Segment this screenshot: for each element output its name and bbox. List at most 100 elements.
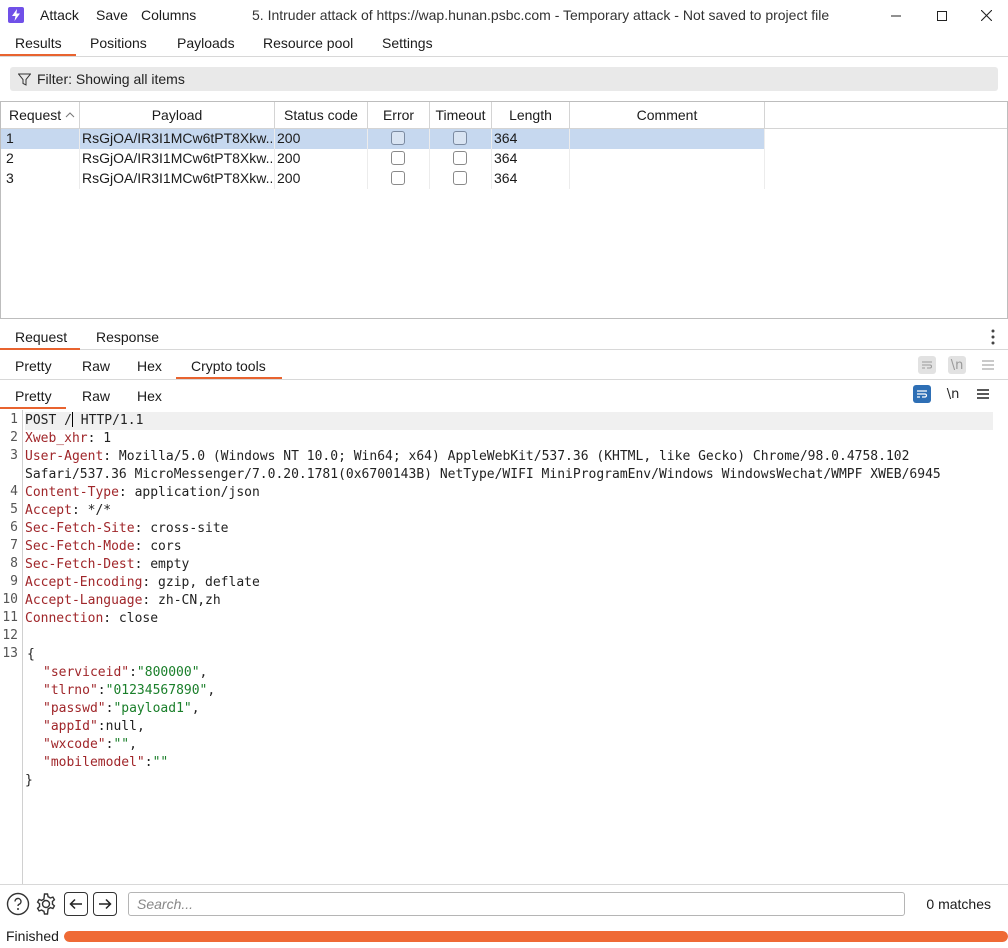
- tab-raw-inner[interactable]: Raw: [82, 388, 110, 404]
- line-number: 1: [10, 412, 18, 427]
- header-line: Xweb_xhr: 1: [25, 431, 112, 446]
- wrap-lines-icon[interactable]: [918, 356, 936, 374]
- column-divider: [274, 129, 275, 189]
- active-tab-indicator: [0, 348, 80, 350]
- menu-icon[interactable]: [979, 356, 997, 374]
- line-number: 6: [10, 520, 18, 535]
- json-close-brace: }: [25, 773, 33, 788]
- cell-length: 364: [494, 130, 518, 146]
- show-newlines-icon[interactable]: \n: [944, 385, 962, 403]
- json-trailing: ,: [207, 683, 216, 698]
- column-header-label: Request: [9, 107, 62, 123]
- tab-crypto-tools[interactable]: Crypto tools: [191, 358, 266, 374]
- menu-icon[interactable]: [974, 385, 992, 403]
- column-header-empty: [765, 102, 1007, 129]
- json-value: "": [113, 737, 130, 752]
- column-header-status-code[interactable]: Status code: [275, 102, 368, 129]
- show-newlines-icon[interactable]: \n: [948, 356, 966, 374]
- cell-length: 364: [494, 150, 518, 166]
- json-key: "mobilemodel": [43, 755, 145, 770]
- results-table: Request Payload Status code Error Timeou…: [0, 101, 1008, 319]
- tab-payloads[interactable]: Payloads: [177, 35, 235, 51]
- filter-bar[interactable]: Filter: Showing all items: [10, 67, 998, 91]
- column-header-length[interactable]: Length: [492, 102, 570, 129]
- json-property-line: "appId":null,: [43, 719, 145, 734]
- table-row[interactable]: 3 RsGjOA/IR3I1MCw6tPT8Xkw... 200 364: [1, 169, 764, 189]
- arrow-left-icon: [69, 898, 82, 910]
- minimize-icon: [891, 15, 901, 16]
- line-number: 13: [2, 646, 18, 661]
- column-header-error[interactable]: Error: [368, 102, 430, 129]
- next-match-button[interactable]: [93, 892, 117, 916]
- tab-response[interactable]: Response: [96, 329, 159, 345]
- json-key: "tlrno": [43, 683, 98, 698]
- progress-fill: [64, 931, 1008, 942]
- line-number: 9: [10, 574, 18, 589]
- json-open-brace: {: [27, 647, 35, 662]
- json-key: "serviceid": [43, 665, 130, 680]
- search-input[interactable]: [128, 892, 905, 916]
- table-row[interactable]: 2 RsGjOA/IR3I1MCw6tPT8Xkw... 200 364: [1, 149, 764, 169]
- help-icon[interactable]: [6, 892, 30, 916]
- header-line: Accept-Encoding: gzip, deflate: [25, 575, 260, 590]
- menu-columns[interactable]: Columns: [141, 7, 196, 23]
- line-number-gutter: 1 2 3 4 5 6 7 8 9 10 11 12 13: [0, 410, 23, 884]
- tab-results[interactable]: Results: [15, 35, 62, 51]
- timeout-checkbox: [453, 131, 467, 145]
- tab-raw[interactable]: Raw: [82, 358, 110, 374]
- minimize-button[interactable]: [874, 2, 918, 29]
- menu-attack[interactable]: Attack: [40, 7, 79, 23]
- match-count: 0 matches: [926, 896, 991, 912]
- tab-pretty[interactable]: Pretty: [15, 358, 52, 374]
- title-bar: Attack Save Columns 5. Intruder attack o…: [0, 0, 1008, 31]
- tab-resource-pool[interactable]: Resource pool: [263, 35, 353, 51]
- timeout-checkbox: [453, 171, 467, 185]
- column-divider: [429, 129, 430, 189]
- json-key: "appId": [43, 719, 98, 734]
- more-options-icon[interactable]: [984, 328, 1002, 346]
- json-value: "01234567890": [105, 683, 208, 698]
- column-header-comment[interactable]: Comment: [570, 102, 765, 129]
- tab-positions[interactable]: Positions: [90, 35, 147, 51]
- json-value: "800000": [136, 665, 200, 680]
- request-editor[interactable]: 1 2 3 4 5 6 7 8 9 10 11 12 13 POST / HTT…: [0, 410, 1008, 884]
- close-icon: [980, 10, 992, 21]
- json-property-line: "mobilemodel":"": [43, 755, 169, 770]
- json-property-line: "passwd":"payload1",: [43, 701, 200, 716]
- wrap-lines-icon[interactable]: [913, 385, 931, 403]
- tab-hex[interactable]: Hex: [137, 358, 162, 374]
- line-number: 3: [10, 448, 18, 463]
- column-header-request[interactable]: Request: [1, 102, 80, 129]
- sort-ascending-icon: [65, 112, 75, 118]
- previous-match-button[interactable]: [64, 892, 88, 916]
- column-divider: [367, 129, 368, 189]
- column-header-timeout[interactable]: Timeout: [430, 102, 492, 129]
- crypto-view-tabs: Pretty Raw Hex \n: [0, 381, 1008, 410]
- header-line: Accept-Language: zh-CN,zh: [25, 593, 221, 608]
- table-row[interactable]: 1 RsGjOA/IR3I1MCw6tPT8Xkw... 200 364: [1, 129, 764, 149]
- header-line: Accept: */*: [25, 503, 112, 518]
- column-divider: [79, 129, 80, 189]
- tab-pretty-inner[interactable]: Pretty: [15, 388, 52, 404]
- filter-icon: [18, 73, 31, 86]
- timeout-checkbox: [453, 151, 467, 165]
- column-header-payload[interactable]: Payload: [80, 102, 275, 129]
- cell-request: 2: [6, 150, 14, 166]
- settings-gear-icon[interactable]: [34, 892, 58, 916]
- error-checkbox: [391, 151, 405, 165]
- error-checkbox: [391, 171, 405, 185]
- maximize-button[interactable]: [920, 2, 964, 29]
- tab-request[interactable]: Request: [15, 329, 67, 345]
- cell-length: 364: [494, 170, 518, 186]
- line-number: 2: [10, 430, 18, 445]
- menu-save[interactable]: Save: [96, 7, 128, 23]
- search-bar: 0 matches: [0, 884, 1008, 922]
- json-value: "": [152, 755, 169, 770]
- column-divider: [764, 129, 765, 189]
- tab-hex-inner[interactable]: Hex: [137, 388, 162, 404]
- header-line: Content-Type: application/json: [25, 485, 260, 500]
- close-button[interactable]: [964, 2, 1008, 29]
- tab-settings[interactable]: Settings: [382, 35, 433, 51]
- json-trailing: ,: [199, 665, 208, 680]
- request-line: POST / HTTP/1.1: [25, 412, 993, 430]
